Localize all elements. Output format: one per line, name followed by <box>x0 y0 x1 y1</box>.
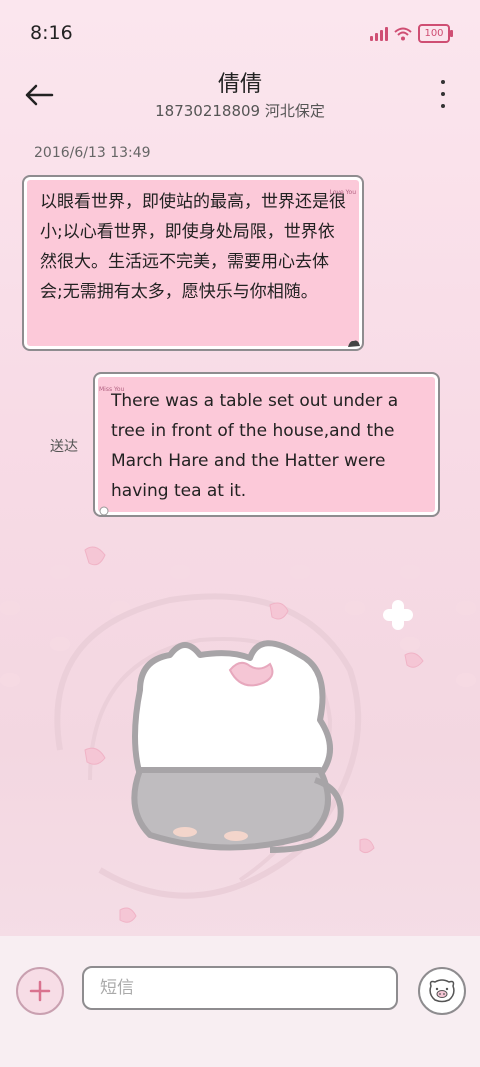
message-input[interactable] <box>82 966 398 1010</box>
more-dot-icon <box>441 104 445 108</box>
wallpaper-illustration <box>0 529 476 923</box>
bubble-sticker-label: Love You <box>329 189 356 196</box>
contact-name: 倩倩 <box>217 72 262 97</box>
incoming-message-text: 以眼看世界，即使站的最高，世界还是很小;以心看世界，即使身处局限，世界依然很大。… <box>40 192 346 302</box>
message-timestamp: 2016/6/13 13:49 <box>34 145 151 161</box>
outgoing-message-text: There was a table set out under a tree i… <box>111 391 399 501</box>
plus-icon <box>29 980 51 1002</box>
status-icons: 100 <box>370 24 453 43</box>
signal-icon <box>370 26 388 41</box>
incoming-message-bubble[interactable]: 以眼看世界，即使站的最高，世界还是很小;以心看世界，即使身处局限，世界依然很大。… <box>22 175 364 351</box>
add-attachment-button[interactable] <box>16 967 64 1015</box>
more-options-button[interactable] <box>438 80 448 108</box>
outgoing-message-bubble[interactable]: There was a table set out under a tree i… <box>93 372 440 517</box>
more-dot-icon <box>441 92 445 96</box>
pig-sticker-icon <box>429 979 455 1003</box>
battery-icon: 100 <box>418 24 453 43</box>
contact-number-location: 18730218809 河北保定 <box>155 102 325 120</box>
bunny-sticker-icon <box>99 506 109 515</box>
delivery-status: 送达 <box>50 439 78 455</box>
more-dot-icon <box>441 80 445 84</box>
wifi-icon <box>394 27 412 40</box>
cat-sticker-icon <box>348 340 360 347</box>
emoji-button[interactable] <box>418 967 466 1015</box>
status-time: 8:16 <box>30 22 73 44</box>
bubble-sticker-label: Miss You <box>99 386 125 393</box>
